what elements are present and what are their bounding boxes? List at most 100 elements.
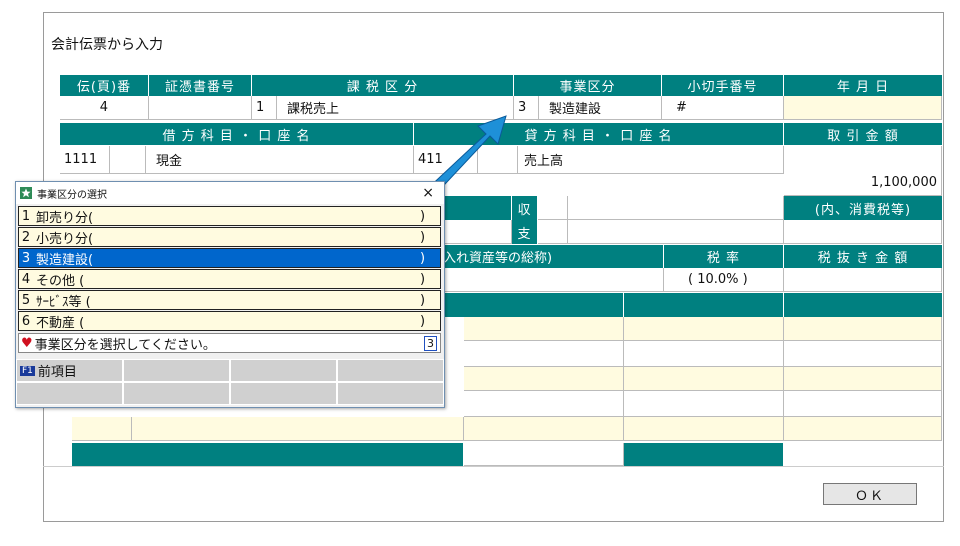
business-option-1[interactable]: 1 卸売り分() [18,206,441,226]
option-close-paren: ) [420,313,426,329]
option-close-paren: ) [420,292,426,308]
ok-button[interactable]: ＯＫ [823,483,917,505]
grid-cell[interactable] [784,367,942,391]
option-number: 3 [21,250,31,266]
grid-cell[interactable] [464,341,624,367]
option-number: 6 [21,313,31,329]
dialog-close-button[interactable]: × [422,185,434,201]
grid-cell[interactable] [624,367,784,391]
header-page-no: 伝(頁)番 [60,75,149,96]
incl-tax-label: (内、消費税等) [784,196,942,220]
grid-cell[interactable] [464,317,624,341]
header-tax-class: 課 税 区 分 [252,75,514,96]
option-label: 不動産 ( [36,315,85,331]
grid-cell[interactable] [624,317,784,341]
credit-name-field: 売上高 [518,146,784,174]
receive-value-field [568,196,784,220]
option-label: 卸売り分( [36,210,94,226]
debit-code-field[interactable]: 1111 [60,146,110,174]
fkey-slot [230,359,337,382]
grid-cell[interactable] [464,417,624,441]
check-no-field[interactable]: # [662,96,784,120]
header-business-class: 事業区分 [514,75,662,96]
grid-cell[interactable] [132,417,464,441]
dialog-title: 事業区分の選択 [37,189,107,201]
net-amount-field [784,268,942,292]
pay-value-field [568,220,784,244]
header-check-no: 小切手番号 [662,75,784,96]
fkey-slot [16,382,123,405]
fkey-slot [123,359,230,382]
grid-cell[interactable] [464,367,624,391]
tax-code-field[interactable]: 1 [252,96,277,120]
tax-rate-field[interactable]: ( 10.0% ) [664,268,784,292]
option-close-paren: ) [420,208,426,224]
fkey-slot [337,382,444,405]
pay-check-field[interactable] [538,220,568,244]
grid-cell[interactable] [784,341,942,367]
business-option-6[interactable]: 6 不動産 () [18,311,441,331]
option-close-paren: ) [420,271,426,287]
grid-header-1 [444,293,624,317]
grid-header-3 [784,293,942,317]
option-number: 4 [21,271,31,287]
f1-prev-button[interactable]: F1 前項目 [16,359,123,382]
debit-name-field: 現金 [146,146,414,174]
asset-name-field [444,268,664,292]
f1-key-badge: F1 [20,365,35,376]
prompt-text: 事業区分を選択してください。 [34,337,216,353]
grid-cell[interactable] [784,317,942,341]
dialog-titlebar: 事業区分の選択 × [16,182,444,204]
business-option-5[interactable]: 5 ｻｰﾋﾞｽ等 () [18,290,441,310]
pay-left-cell [444,220,512,244]
fkey-slot [230,382,337,405]
window-title: 会計伝票から入力 [51,37,163,53]
option-number: 5 [21,292,31,308]
option-number: 2 [21,229,31,245]
option-number: 1 [21,208,31,224]
header-net-amount: 税 抜 き 金 額 [784,245,942,268]
voucher-no-field[interactable] [149,96,252,120]
prompt-bar: ♥ 事業区分を選択してください。 3 [18,333,441,353]
fkey-slot [123,382,230,405]
f1-label: 前項目 [37,365,77,380]
grid-cell[interactable] [624,341,784,367]
option-label: その他 ( [36,273,85,289]
header-debit: 借 方 科 目 ・ 口 座 名 [60,123,414,145]
selection-input[interactable]: 3 [424,336,437,351]
footer-cell [464,443,624,466]
divider [43,466,944,467]
grid-cell[interactable] [464,391,624,417]
incl-tax-value-field [784,220,942,244]
option-label: ｻｰﾋﾞｽ等 ( [36,294,91,310]
debit-sub-field[interactable] [110,146,146,174]
business-name-field: 製造建設 [539,96,662,120]
business-code-field[interactable]: 3 [514,96,539,120]
footer-bar-2 [624,443,784,466]
business-option-4[interactable]: 4 その他 () [18,269,441,289]
header-tax-rate: 税 率 [664,245,784,268]
option-close-paren: ) [420,229,426,245]
receive-check-field[interactable] [538,196,568,220]
grid-cell[interactable] [72,417,132,441]
heart-icon: ♥ [21,335,33,351]
header-voucher-no: 証憑書番号 [149,75,252,96]
grid-cell[interactable] [784,417,942,441]
amount-field[interactable]: 1,100,000 [784,146,942,196]
fkey-slot [337,359,444,382]
page-no-field[interactable]: 4 [60,96,149,120]
grid-cell[interactable] [624,391,784,417]
business-option-2[interactable]: 2 小売り分() [18,227,441,247]
business-class-dialog: 事業区分の選択 × 1 卸売り分() 2 小売り分() 3 製造建設() 4 その他 () 5 ｻ… [15,181,445,408]
header-date: 年 月 日 [784,75,942,96]
option-label: 小売り分( [36,231,94,247]
date-field[interactable] [784,96,942,120]
grid-cell[interactable] [624,417,784,441]
receive-label: 収 [512,196,538,220]
app-star-icon [20,187,32,199]
detail-grid [444,317,942,441]
grid-cell[interactable] [784,391,942,417]
header-amount: 取 引 金 額 [784,123,942,145]
option-label: 製造建設( [36,252,94,268]
business-option-3[interactable]: 3 製造建設() [18,248,441,268]
